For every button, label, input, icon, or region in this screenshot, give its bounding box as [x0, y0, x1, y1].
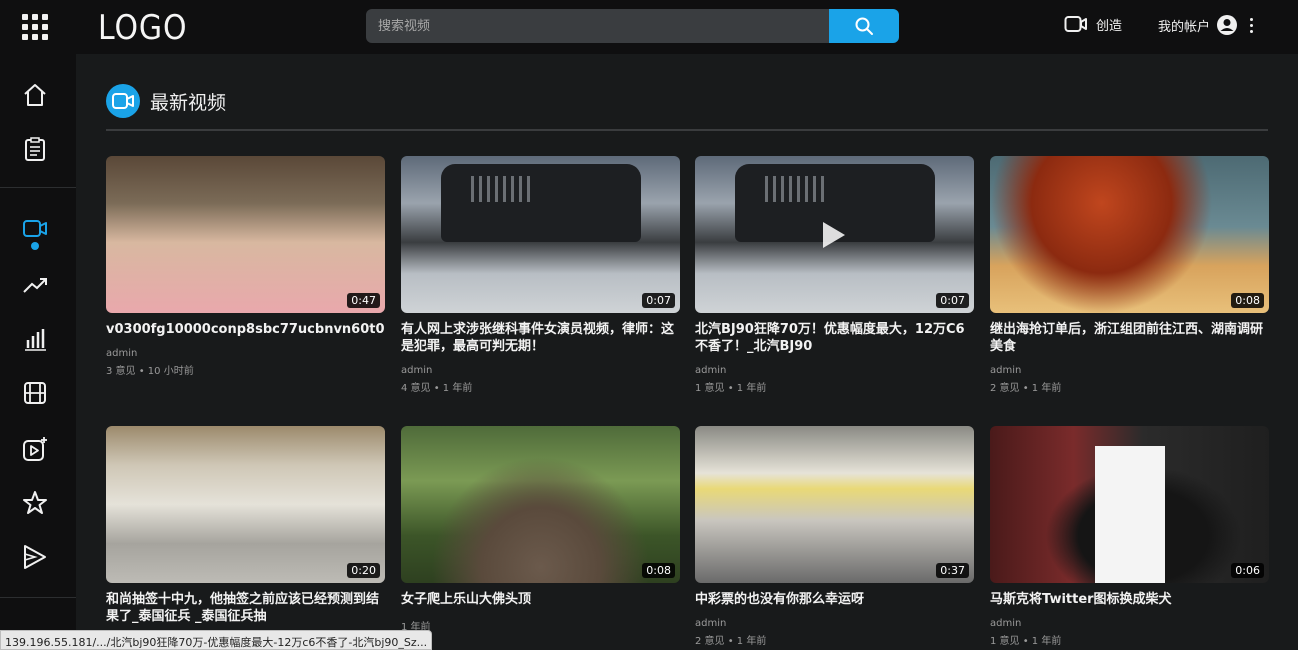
video-author[interactable]: admin — [401, 365, 680, 376]
video-author[interactable]: admin — [106, 348, 385, 359]
video-duration: 0:20 — [347, 563, 380, 578]
video-camera-icon — [1064, 16, 1087, 32]
video-thumbnail[interactable]: 0:06 — [990, 426, 1269, 583]
thumbnail-grille-shape — [765, 176, 825, 202]
video-author[interactable]: admin — [695, 365, 974, 376]
video-title[interactable]: 和尚抽签十中九，他抽签之前应该已经预测到结果了_泰国征兵 _泰国征兵抽 — [106, 591, 385, 625]
video-card[interactable]: 0:07 北汽BJ90狂降70万！优惠幅度最大，12万C6不香了！_北汽BJ90… — [695, 156, 974, 394]
video-duration: 0:06 — [1231, 563, 1264, 578]
video-author[interactable]: admin — [990, 618, 1269, 629]
more-vertical-icon[interactable] — [1250, 17, 1254, 33]
top-bar: LOGO 创造 我的帐户 — [0, 0, 1298, 54]
video-thumbnail[interactable]: 0:20 — [106, 426, 385, 583]
video-card[interactable]: 0:08 继出海抢订单后，浙江组团前往江西、湖南调研美食 admin 2 意见 … — [990, 156, 1269, 394]
video-author[interactable]: admin — [990, 365, 1269, 376]
video-camera-icon[interactable] — [22, 216, 48, 242]
user-circle-icon — [1217, 15, 1238, 35]
search-input[interactable] — [366, 9, 829, 43]
video-meta: 4 意见 • 1 年前 — [401, 383, 473, 394]
video-thumbnail[interactable]: 0:08 — [990, 156, 1269, 313]
video-meta: 1 意见 • 1 年前 — [695, 383, 767, 394]
video-card[interactable]: 0:07 有人网上求涉张继科事件女演员视频，律师：这是犯罪，最高可判无期！ ad… — [401, 156, 680, 394]
thumbnail-grille-shape — [471, 176, 531, 202]
active-indicator — [31, 242, 39, 250]
section-title: 最新视频 — [150, 91, 227, 114]
home-icon[interactable] — [22, 82, 48, 108]
video-camera-icon — [106, 84, 140, 118]
video-meta: 1 年前 — [401, 622, 431, 633]
video-thumbnail[interactable]: 0:47 — [106, 156, 385, 313]
video-thumbnail[interactable]: 0:08 — [401, 426, 680, 583]
video-card[interactable]: 0:20 和尚抽签十中九，他抽签之前应该已经预测到结果了_泰国征兵 _泰国征兵抽… — [106, 426, 385, 649]
video-title[interactable]: 继出海抢订单后，浙江组团前往江西、湖南调研美食 — [990, 321, 1269, 355]
section-header: 最新视频 — [106, 84, 226, 118]
video-card[interactable]: 0:37 中彩票的也没有你那么幸运呀 admin 2 意见 • 1 年前 — [695, 426, 974, 647]
status-bar-url: 139.196.55.181/.../北汽bj90狂降70万-优惠幅度最大-12… — [0, 630, 432, 650]
star-icon[interactable] — [22, 490, 48, 516]
bar-chart-icon[interactable] — [22, 326, 48, 352]
video-author[interactable]: admin — [695, 618, 974, 629]
sidebar-divider — [0, 187, 76, 188]
sidebar — [0, 54, 76, 650]
video-card[interactable]: 0:47 v0300fg10000conp8sbc77ucbnvn60t0 ad… — [106, 156, 385, 377]
play-icon[interactable] — [823, 222, 845, 248]
account-menu[interactable]: 我的帐户 — [1158, 14, 1254, 36]
video-thumbnail[interactable]: 0:07 — [695, 156, 974, 313]
account-label: 我的帐户 — [1158, 19, 1211, 35]
video-meta: 1 意见 • 1 年前 — [990, 636, 1062, 647]
video-title[interactable]: 北汽BJ90狂降70万！优惠幅度最大，12万C6不香了！_北汽BJ90 — [695, 321, 974, 355]
create-button[interactable]: 创造 — [1064, 14, 1122, 34]
create-label: 创造 — [1096, 18, 1123, 34]
video-meta: 2 意见 • 1 年前 — [695, 636, 767, 647]
video-thumbnail[interactable]: 0:37 — [695, 426, 974, 583]
video-duration: 0:08 — [642, 563, 675, 578]
video-duration: 0:47 — [347, 293, 380, 308]
video-card[interactable]: 0:06 马斯克将Twitter图标换成柴犬 admin 1 意见 • 1 年前 — [990, 426, 1269, 647]
add-video-icon[interactable] — [22, 436, 48, 462]
video-card[interactable]: 0:08 女子爬上乐山大佛头顶 1 年前 — [401, 426, 680, 633]
trending-icon[interactable] — [22, 272, 48, 298]
video-thumbnail[interactable]: 0:07 — [401, 156, 680, 313]
film-icon[interactable] — [22, 380, 48, 406]
apps-grid-icon[interactable] — [22, 14, 48, 40]
video-title[interactable]: 中彩票的也没有你那么幸运呀 — [695, 591, 974, 608]
search-icon — [855, 17, 873, 35]
main-content: 最新视频 0:47 v0300fg10000conp8sbc77ucbnvn60… — [76, 54, 1298, 650]
video-duration: 0:07 — [642, 293, 675, 308]
clipboard-icon[interactable] — [22, 136, 48, 162]
thumbnail-shirt-shape — [1095, 446, 1165, 583]
search-bar — [366, 9, 899, 43]
video-duration: 0:08 — [1231, 293, 1264, 308]
video-title[interactable]: 女子爬上乐山大佛头顶 — [401, 591, 680, 608]
video-meta: 3 意见 • 10 小时前 — [106, 366, 194, 377]
video-duration: 0:37 — [936, 563, 969, 578]
sidebar-divider — [0, 597, 76, 598]
video-title[interactable]: 马斯克将Twitter图标换成柴犬 — [990, 591, 1269, 608]
section-divider — [106, 129, 1268, 131]
video-title[interactable]: 有人网上求涉张继科事件女演员视频，律师：这是犯罪，最高可判无期！ — [401, 321, 680, 355]
logo[interactable]: LOGO — [98, 8, 187, 48]
play-list-icon[interactable] — [22, 544, 48, 570]
video-meta: 2 意见 • 1 年前 — [990, 383, 1062, 394]
video-title[interactable]: v0300fg10000conp8sbc77ucbnvn60t0 — [106, 321, 385, 338]
search-button[interactable] — [829, 9, 899, 43]
video-duration: 0:07 — [936, 293, 969, 308]
